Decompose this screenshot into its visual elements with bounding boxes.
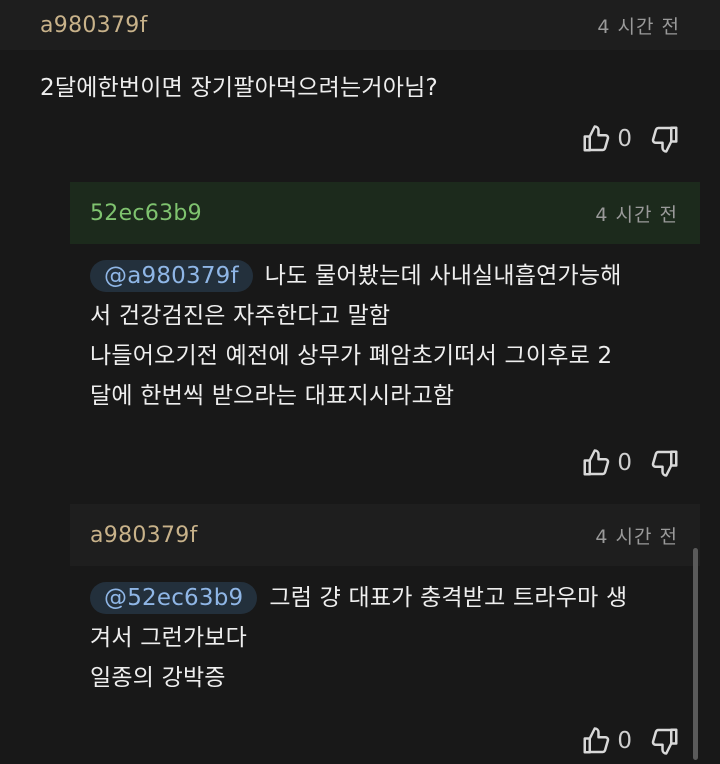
thumbs-up-icon[interactable] bbox=[581, 124, 611, 154]
vote-bar: 0 bbox=[581, 726, 680, 756]
reply-header: 52ec63b9 4 시간 전 bbox=[70, 182, 700, 244]
reply-line: 서 건강검진은 자주한다고 말함 bbox=[90, 303, 391, 329]
scrollbar[interactable] bbox=[693, 548, 698, 760]
reply-header: a980379f 4 시간 전 bbox=[70, 504, 700, 566]
vote-bar: 0 bbox=[581, 448, 680, 478]
comment-body: 2달에한번이면 장기팔아먹으려는거아님? bbox=[40, 68, 438, 108]
reply-author[interactable]: a980379f bbox=[90, 523, 198, 548]
reply-line: @a980379f 나도 물어봤는데 사내실내흡연가능해 bbox=[90, 256, 700, 296]
comment-header: a980379f 4 시간 전 bbox=[0, 0, 720, 50]
reply-line: 겨서 그런가보다 bbox=[90, 625, 248, 651]
like-count: 0 bbox=[617, 728, 632, 754]
reply-body: @52ec63b9 그럼 걍 대표가 충격받고 트라우마 생 겨서 그런가보다 일… bbox=[90, 578, 700, 698]
thumbs-down-icon[interactable] bbox=[650, 124, 680, 154]
thumbs-down-icon[interactable] bbox=[650, 448, 680, 478]
like-count: 0 bbox=[617, 450, 632, 476]
reply-line: @52ec63b9 그럼 걍 대표가 충격받고 트라우마 생 bbox=[90, 578, 700, 618]
reply-line: 일종의 강박증 bbox=[90, 665, 226, 691]
thumbs-down-icon[interactable] bbox=[650, 726, 680, 756]
comment-time: 4 시간 전 bbox=[597, 15, 680, 38]
like-count: 0 bbox=[617, 126, 632, 152]
mention-chip[interactable]: @a980379f bbox=[90, 260, 253, 292]
mention-chip[interactable]: @52ec63b9 bbox=[90, 582, 258, 614]
reply-time: 4 시간 전 bbox=[595, 525, 678, 548]
comment-line: 2달에한번이면 장기팔아먹으려는거아님? bbox=[40, 75, 438, 101]
thumbs-up-icon[interactable] bbox=[581, 448, 611, 478]
reply-author[interactable]: 52ec63b9 bbox=[90, 201, 202, 226]
reply-line: 나들어오기전 예전에 상무가 폐암초기떠서 그이후로 2 bbox=[90, 343, 613, 369]
thumbs-up-icon[interactable] bbox=[581, 726, 611, 756]
reply-line: 달에 한번씩 받으라는 대표지시라고함 bbox=[90, 383, 455, 409]
reply-body: @a980379f 나도 물어봤는데 사내실내흡연가능해 서 건강검진은 자주한다… bbox=[90, 256, 700, 416]
vote-bar: 0 bbox=[581, 124, 680, 154]
comment-author[interactable]: a980379f bbox=[40, 13, 148, 38]
reply-time: 4 시간 전 bbox=[595, 203, 678, 226]
